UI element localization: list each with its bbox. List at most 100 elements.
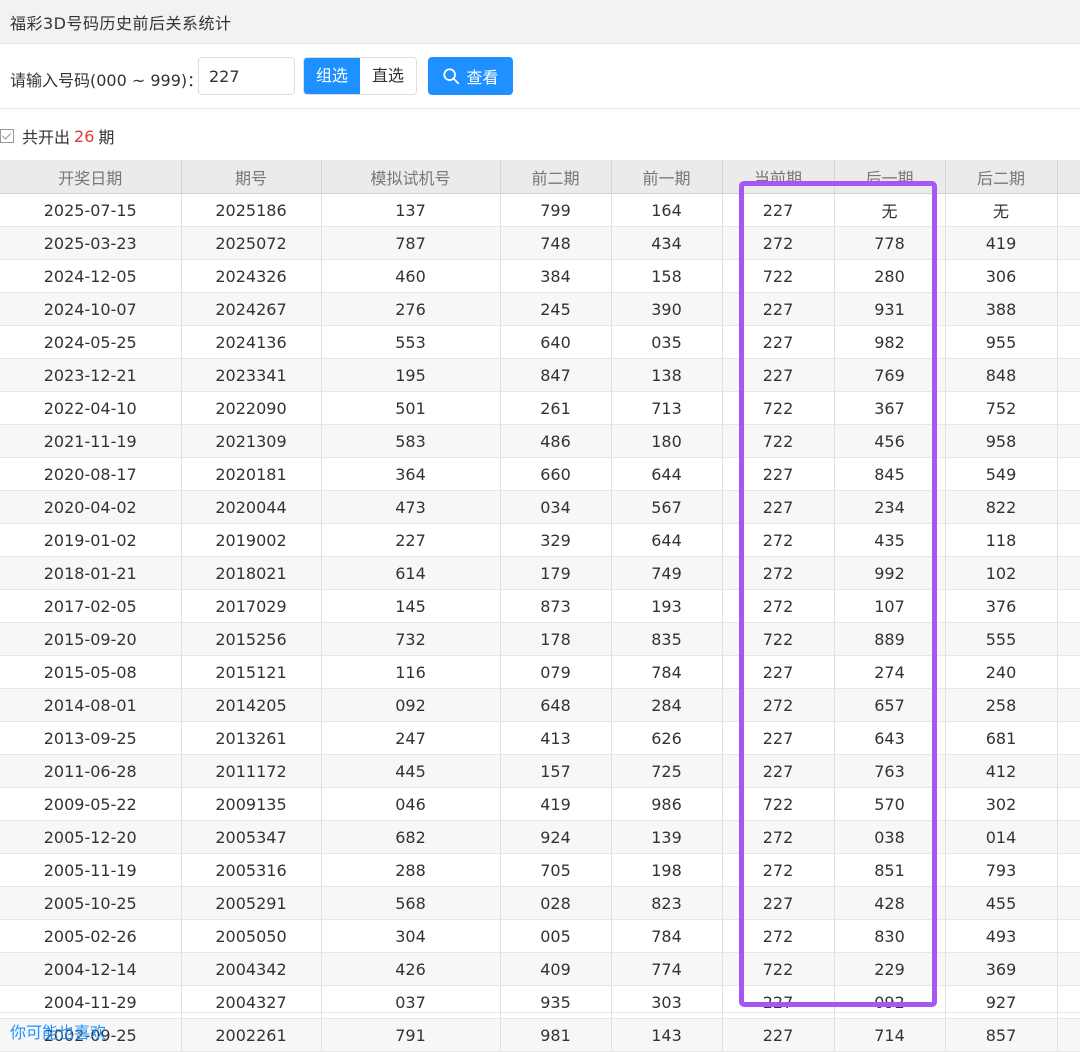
header-filler <box>1057 160 1080 194</box>
cell-next-one: 830 <box>834 919 946 953</box>
cell-next-two: 681 <box>945 721 1058 755</box>
cell-test-number: 460 <box>321 259 501 293</box>
cell-issue-number: 2020044 <box>181 490 322 524</box>
number-input[interactable] <box>198 57 295 95</box>
view-button[interactable]: 查看 <box>428 57 513 95</box>
cell-filler <box>1057 358 1080 392</box>
cell-draw-date: 2014-08-01 <box>0 688 182 722</box>
cell-test-number: 445 <box>321 754 501 788</box>
cell-prev-two: 660 <box>500 457 612 491</box>
cell-prev-one: 784 <box>611 919 723 953</box>
cell-draw-date: 2022-04-10 <box>0 391 182 425</box>
table-header-row: 开奖日期 期号 模拟试机号 前二期 前一期 当前期 后一期 后二期 <box>0 160 1080 194</box>
cell-issue-number: 2018021 <box>181 556 322 590</box>
cell-issue-number: 2015256 <box>181 622 322 656</box>
cell-filler <box>1057 556 1080 590</box>
header-current: 当前期 <box>722 160 835 194</box>
cell-next-one: 570 <box>834 787 946 821</box>
history-table: 开奖日期 期号 模拟试机号 前二期 前一期 当前期 后一期 后二期 2025-0… <box>0 160 1080 1052</box>
cell-prev-one: 158 <box>611 259 723 293</box>
cell-next-two: 无 <box>945 193 1058 227</box>
cell-next-one: 992 <box>834 556 946 590</box>
cell-next-two: 455 <box>945 886 1058 920</box>
cell-issue-number: 2011172 <box>181 754 322 788</box>
cell-prev-one: 725 <box>611 754 723 788</box>
cell-prev-one: 823 <box>611 886 723 920</box>
header-next-one: 后一期 <box>834 160 946 194</box>
cell-draw-date: 2020-04-02 <box>0 490 182 524</box>
table-row: 2024-10-07 2024267 276 245 390 227 931 388 <box>0 292 1080 326</box>
cell-prev-two: 245 <box>500 292 612 326</box>
cell-test-number: 195 <box>321 358 501 392</box>
cell-prev-one: 390 <box>611 292 723 326</box>
mode-toggle: 组选 直选 <box>303 57 417 95</box>
cell-next-one: 778 <box>834 226 946 260</box>
cell-draw-date: 2004-12-14 <box>0 952 182 986</box>
cell-prev-one: 713 <box>611 391 723 425</box>
cell-filler <box>1057 391 1080 425</box>
cell-filler <box>1057 457 1080 491</box>
table-row: 2022-04-10 2022090 501 261 713 722 367 752 <box>0 391 1080 425</box>
table-row: 2018-01-21 2018021 614 179 749 272 992 102 <box>0 556 1080 590</box>
cell-filler <box>1057 259 1080 293</box>
result-summary: 共开出 26 期 <box>0 124 114 148</box>
table-row: 2013-09-25 2013261 247 413 626 227 643 681 <box>0 721 1080 755</box>
table-row: 2019-01-02 2019002 227 329 644 272 435 118 <box>0 523 1080 557</box>
cell-next-one: 280 <box>834 259 946 293</box>
cell-issue-number: 2024267 <box>181 292 322 326</box>
cell-prev-two: 179 <box>500 556 612 590</box>
table-row: 2020-04-02 2020044 473 034 567 227 234 822 <box>0 490 1080 524</box>
number-input-label: 请输入号码(000 ~ 999)： <box>10 71 204 90</box>
cell-next-one: 435 <box>834 523 946 557</box>
cell-prev-one: 626 <box>611 721 723 755</box>
cell-current: 227 <box>722 886 835 920</box>
cell-next-two: 555 <box>945 622 1058 656</box>
cell-prev-two: 924 <box>500 820 612 854</box>
cell-next-two: 306 <box>945 259 1058 293</box>
cell-current: 272 <box>722 589 835 623</box>
cell-filler <box>1057 919 1080 953</box>
search-icon <box>443 68 460 85</box>
cell-test-number: 732 <box>321 622 501 656</box>
cell-next-one: 234 <box>834 490 946 524</box>
cell-current: 227 <box>722 358 835 392</box>
cell-current: 227 <box>722 655 835 689</box>
cell-filler <box>1057 721 1080 755</box>
direct-mode-button[interactable]: 直选 <box>360 58 416 94</box>
cell-next-one: 763 <box>834 754 946 788</box>
cell-filler <box>1057 622 1080 656</box>
cell-next-two: 493 <box>945 919 1058 953</box>
cell-next-two: 549 <box>945 457 1058 491</box>
cell-next-one: 931 <box>834 292 946 326</box>
cell-draw-date: 2013-09-25 <box>0 721 182 755</box>
page-title: 福彩3D号码历史前后关系统计 <box>10 14 232 33</box>
table-row: 2021-11-19 2021309 583 486 180 722 456 958 <box>0 424 1080 458</box>
cell-issue-number: 2014205 <box>181 688 322 722</box>
cell-prev-one: 164 <box>611 193 723 227</box>
group-mode-button[interactable]: 组选 <box>304 58 360 94</box>
cell-filler <box>1057 655 1080 689</box>
cell-test-number: 247 <box>321 721 501 755</box>
title-bar: 福彩3D号码历史前后关系统计 <box>0 0 1080 44</box>
cell-prev-one: 749 <box>611 556 723 590</box>
table-row: 2023-12-21 2023341 195 847 138 227 769 848 <box>0 358 1080 392</box>
cell-current: 272 <box>722 523 835 557</box>
cell-prev-one: 035 <box>611 325 723 359</box>
cell-prev-one: 644 <box>611 457 723 491</box>
cell-current: 227 <box>722 193 835 227</box>
cell-prev-two: 329 <box>500 523 612 557</box>
cell-issue-number: 2023341 <box>181 358 322 392</box>
cell-test-number: 568 <box>321 886 501 920</box>
cell-current: 227 <box>722 490 835 524</box>
cell-draw-date: 2011-06-28 <box>0 754 182 788</box>
cell-issue-number: 2009135 <box>181 787 322 821</box>
cell-prev-two: 261 <box>500 391 612 425</box>
cell-next-one: 229 <box>834 952 946 986</box>
cell-next-two: 958 <box>945 424 1058 458</box>
cell-filler <box>1057 325 1080 359</box>
cell-filler <box>1057 754 1080 788</box>
cell-filler <box>1057 787 1080 821</box>
cell-next-one: 367 <box>834 391 946 425</box>
cell-current: 227 <box>722 457 835 491</box>
cell-test-number: 682 <box>321 820 501 854</box>
